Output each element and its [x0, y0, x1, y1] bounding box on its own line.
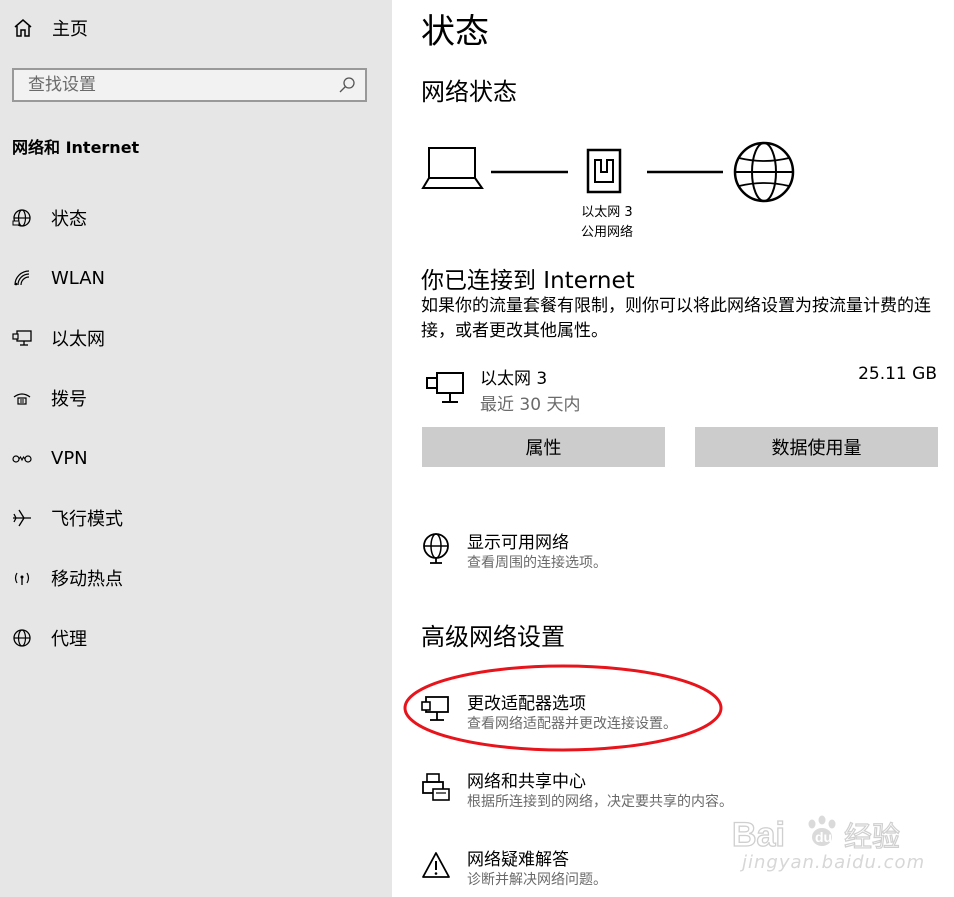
sidebar-item-dialup[interactable]: 拨号 [0, 378, 392, 418]
warning-icon [422, 852, 450, 878]
sharing-center-icon [422, 773, 450, 801]
diagram-network-type: 公用网络 [580, 225, 633, 240]
adapter-data-usage: 25.11 GB [858, 364, 937, 384]
sidebar-section-title: 网络和 Internet [12, 138, 140, 157]
link-title: 网络疑难解答 [467, 850, 569, 870]
connection-status-description: 如果你的流量套餐有限制，则你可以将此网络设置为按流量计费的连接，或者更改其他属性… [421, 296, 931, 341]
globe-icon [11, 627, 33, 649]
properties-button[interactable]: 属性 [422, 427, 665, 467]
sidebar-item-label: 代理 [51, 629, 87, 650]
sidebar-item-label: 以太网 [51, 329, 105, 350]
airplane-icon [11, 507, 33, 529]
sidebar-item-label: 状态 [51, 209, 87, 230]
data-usage-button[interactable]: 数据使用量 [695, 427, 938, 467]
connection-status-title: 你已连接到 Internet [421, 268, 635, 294]
adapter-summary: 以太网 3 最近 30 天内 25.11 GB [421, 362, 937, 416]
baidu-watermark-logo: Bai du 经验 [732, 815, 901, 854]
link-subtitle: 查看周围的连接选项。 [467, 555, 607, 571]
network-sharing-center-link[interactable]: 网络和共享中心 根据所连接到的网络，决定要共享的内容。 [421, 767, 921, 817]
ethernet-port-icon [586, 148, 622, 194]
search-icon[interactable] [337, 75, 357, 95]
sidebar-item-label: VPN [51, 447, 88, 469]
sidebar-item-wlan[interactable]: WLAN [0, 258, 392, 298]
ethernet-icon [426, 372, 464, 403]
sidebar-item-proxy[interactable]: 代理 [0, 618, 392, 658]
network-diagram [421, 141, 795, 203]
globe-icon [11, 207, 33, 229]
watermark-url: jingyan.baidu.com [742, 852, 926, 873]
globe-network-icon [423, 533, 449, 564]
link-title: 显示可用网络 [467, 533, 569, 553]
sidebar-item-status[interactable]: 状态 [0, 198, 392, 238]
sidebar-item-label: 拨号 [51, 389, 87, 410]
show-available-networks-link[interactable]: 显示可用网络 查看周围的连接选项。 [421, 528, 921, 578]
adapter-name: 以太网 3 [480, 369, 548, 389]
wifi-icon [11, 267, 33, 289]
diagram-adapter-name: 以太网 3 [581, 205, 633, 220]
sidebar-item-label: 飞行模式 [51, 509, 123, 530]
home-icon [14, 19, 32, 37]
search-input[interactable] [14, 74, 337, 96]
sidebar-item-label: 移动热点 [51, 569, 123, 590]
svg-text:Bai: Bai [732, 816, 785, 854]
home-label: 主页 [52, 19, 88, 40]
globe-icon [733, 141, 795, 203]
sidebar-item-hotspot[interactable]: 移动热点 [0, 558, 392, 598]
hotspot-icon [11, 567, 33, 589]
sidebar-home[interactable]: 主页 [12, 14, 88, 42]
advanced-settings-heading: 高级网络设置 [421, 623, 565, 651]
main-content: 状态 网络状态 以太网 3 公用网络 你已连接到 Internet 如果你的流量… [392, 0, 954, 897]
page-title: 状态 [421, 12, 489, 52]
dialup-icon [11, 387, 33, 409]
link-subtitle: 诊断并解决网络问题。 [467, 872, 607, 888]
vpn-icon [11, 447, 33, 469]
adapter-period: 最近 30 天内 [480, 395, 581, 415]
link-subtitle: 根据所连接到的网络，决定要共享的内容。 [467, 794, 733, 810]
svg-text:du: du [815, 829, 832, 845]
sidebar-item-label: WLAN [51, 267, 106, 289]
sidebar-item-ethernet[interactable]: 以太网 [0, 318, 392, 358]
annotation-ellipse [403, 664, 723, 752]
svg-text:经验: 经验 [844, 820, 900, 853]
sidebar-item-airplane[interactable]: 飞行模式 [0, 498, 392, 538]
search-box[interactable] [12, 68, 367, 102]
link-title: 网络和共享中心 [467, 772, 586, 792]
network-status-heading: 网络状态 [421, 78, 517, 106]
sidebar-item-vpn[interactable]: VPN [0, 438, 392, 478]
sidebar: 主页 网络和 Internet 状态 WLAN 以太网 拨号 [0, 0, 392, 897]
laptop-icon [421, 147, 484, 189]
ethernet-icon [11, 327, 33, 349]
diagram-label: 以太网 3 公用网络 [564, 203, 650, 243]
